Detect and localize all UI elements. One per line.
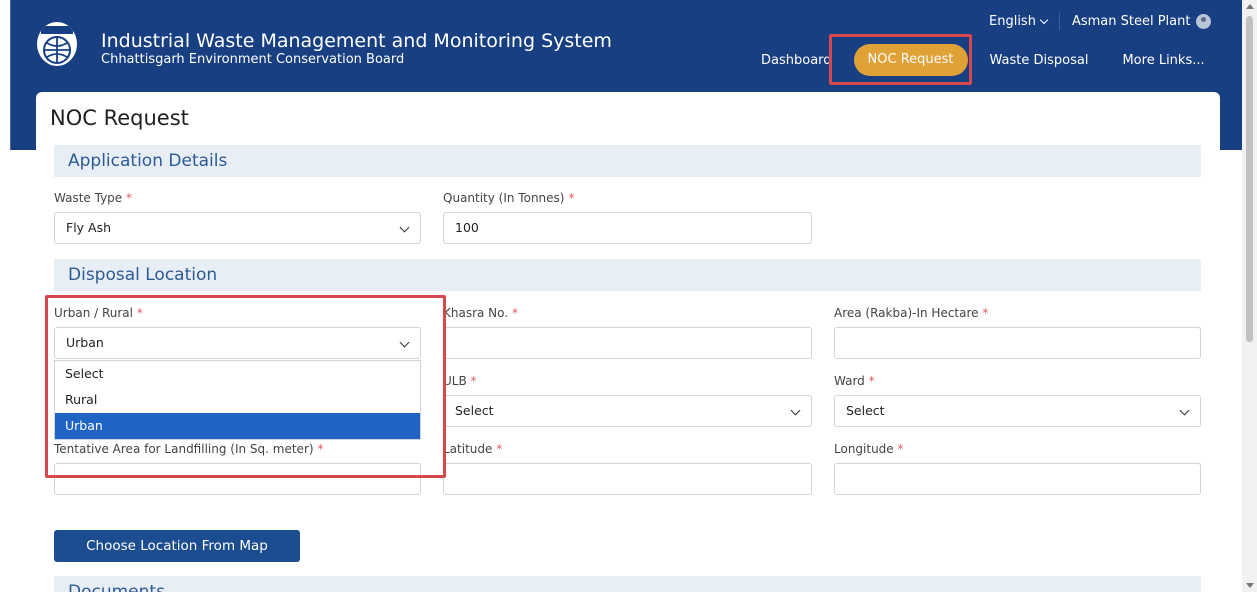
quantity-input[interactable]: 100 xyxy=(443,212,812,244)
user-name: Asman Steel Plant xyxy=(1071,13,1191,29)
urban-rural-value: Urban xyxy=(66,335,104,350)
waste-type-label-text: Waste Type xyxy=(54,191,123,205)
section-title: Application Details xyxy=(68,151,228,171)
ward-value: Select xyxy=(846,403,885,418)
required-mark: * xyxy=(982,306,989,320)
longitude-input[interactable] xyxy=(834,463,1201,495)
topbar-divider xyxy=(1058,12,1060,30)
longitude-label-text: Longitude xyxy=(834,442,894,456)
required-mark: * xyxy=(496,442,503,456)
option-rural[interactable]: Rural xyxy=(55,387,420,413)
area-label: Area (Rakba)-In Hectare * xyxy=(834,306,988,320)
required-mark: * xyxy=(511,306,518,320)
waste-type-label: Waste Type * xyxy=(54,191,132,205)
tentative-area-label: Tentative Area for Landfilling (In Sq. m… xyxy=(54,442,323,456)
required-mark: * xyxy=(470,374,477,388)
noc-form-card: NOC Request Application Details Waste Ty… xyxy=(36,92,1220,592)
section-title: Disposal Location xyxy=(68,265,218,285)
scroll-thumb[interactable] xyxy=(1246,16,1253,342)
page-title: NOC Request xyxy=(50,106,189,130)
required-mark: * xyxy=(868,374,875,388)
tentative-area-label-text: Tentative Area for Landfilling (In Sq. m… xyxy=(54,442,314,456)
waste-type-select[interactable]: Fly Ash xyxy=(54,212,421,244)
main-nav: Dashboard NOC Request Waste Disposal Mor… xyxy=(751,40,1215,80)
option-urban[interactable]: Urban xyxy=(55,413,420,439)
quantity-label: Quantity (In Tonnes) * xyxy=(443,191,574,205)
chevron-down-icon xyxy=(1179,405,1190,416)
urban-rural-select[interactable]: Urban xyxy=(54,327,421,359)
top-bar: English Asman Steel Plant xyxy=(981,8,1219,34)
nav-dashboard[interactable]: Dashboard xyxy=(751,53,842,68)
user-avatar-icon xyxy=(1196,13,1212,29)
chevron-down-icon xyxy=(790,405,801,416)
choose-location-button[interactable]: Choose Location From Map xyxy=(54,530,300,562)
ward-label-text: Ward xyxy=(834,374,865,388)
khasra-label-text: Khasra No. xyxy=(443,306,509,320)
urban-rural-label-text: Urban / Rural xyxy=(54,306,133,320)
latitude-label: Latitude * xyxy=(443,442,502,456)
ward-label: Ward * xyxy=(834,374,875,388)
area-input[interactable] xyxy=(834,327,1201,359)
section-title: Documents xyxy=(68,582,165,592)
language-selector[interactable]: English xyxy=(981,14,1055,29)
required-mark: * xyxy=(317,442,324,456)
nav-waste-disposal[interactable]: Waste Disposal xyxy=(980,53,1099,68)
latitude-label-text: Latitude xyxy=(443,442,493,456)
ulb-value: Select xyxy=(455,403,494,418)
scroll-up-icon[interactable] xyxy=(1246,4,1254,9)
required-mark: * xyxy=(136,306,143,320)
urban-rural-label: Urban / Rural * xyxy=(54,306,143,320)
section-application-details: Application Details xyxy=(54,145,1201,177)
ulb-label: ULB * xyxy=(443,374,477,388)
tentative-area-input[interactable] xyxy=(54,463,421,495)
urban-rural-options: Select Rural Urban xyxy=(54,360,421,440)
latitude-input[interactable] xyxy=(443,463,812,495)
khasra-input[interactable] xyxy=(443,327,812,359)
required-mark: * xyxy=(568,191,575,205)
ulb-select[interactable]: Select xyxy=(443,395,812,427)
quantity-value: 100 xyxy=(455,220,479,235)
required-mark: * xyxy=(126,191,132,205)
area-label-text: Area (Rakba)-In Hectare xyxy=(834,306,979,320)
app-subtitle: Chhattisgarh Environment Conservation Bo… xyxy=(101,52,405,67)
page-scrollbar[interactable] xyxy=(1242,0,1257,592)
ulb-label-text: ULB xyxy=(443,374,467,388)
waste-type-value: Fly Ash xyxy=(66,220,112,235)
language-label: English xyxy=(989,13,1036,29)
chevron-down-icon xyxy=(1039,15,1049,24)
section-disposal-location: Disposal Location xyxy=(54,259,1201,291)
ward-select[interactable]: Select xyxy=(834,395,1201,427)
nav-noc-request[interactable]: NOC Request xyxy=(853,44,968,76)
longitude-label: Longitude * xyxy=(834,442,904,456)
chevron-down-icon xyxy=(399,337,410,348)
option-select[interactable]: Select xyxy=(55,361,420,387)
user-menu[interactable]: Asman Steel Plant xyxy=(1064,13,1220,29)
nav-more-links[interactable]: More Links... xyxy=(1112,53,1214,68)
section-documents: Documents xyxy=(54,576,1201,592)
required-mark: * xyxy=(897,442,904,456)
quantity-label-text: Quantity (In Tonnes) xyxy=(443,191,565,205)
scroll-down-icon[interactable] xyxy=(1246,583,1254,588)
board-logo-icon xyxy=(37,22,77,66)
app-title: Industrial Waste Management and Monitori… xyxy=(101,30,612,52)
khasra-label: Khasra No. * xyxy=(443,306,518,320)
chevron-down-icon xyxy=(399,222,410,233)
